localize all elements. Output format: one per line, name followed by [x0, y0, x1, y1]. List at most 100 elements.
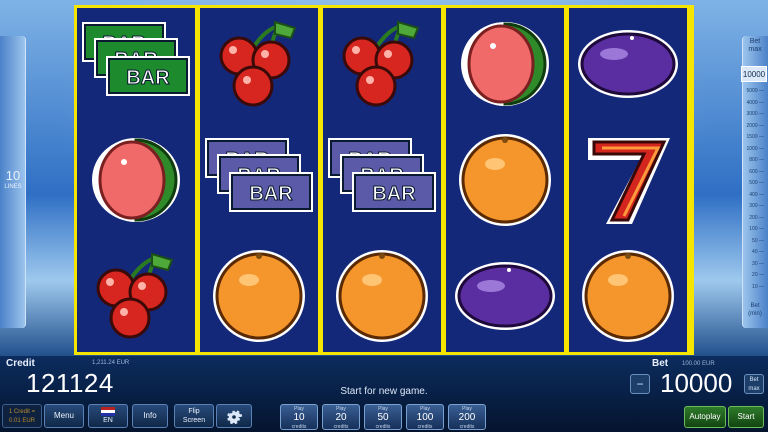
bet-scale-tick: 1500 — [746, 134, 764, 140]
bet-scale-tick: 30 — [752, 260, 764, 267]
bet-slider-current[interactable]: 10000 [741, 66, 767, 82]
reel-3: BAR BAR BAR [323, 8, 441, 352]
reel-symbol [569, 240, 687, 352]
orange-icon [459, 134, 551, 226]
menu-button[interactable]: Menu [44, 404, 84, 428]
start-button[interactable]: Start [728, 406, 764, 428]
reel-symbol [77, 240, 195, 352]
play-unit: credits [333, 424, 349, 430]
play-amount: 100 [416, 412, 434, 423]
lines-label: LINES [4, 184, 22, 190]
play-10-credits-button[interactable]: Play 10 credits [280, 404, 318, 430]
play-unit: credits [291, 424, 307, 430]
reel-symbol [77, 124, 195, 236]
watermelon-icon [92, 138, 180, 222]
reel-symbol: BAR BAR BAR [323, 124, 441, 236]
reel-symbol: BAR BAR BAR [77, 8, 195, 120]
reel-5 [569, 8, 687, 352]
reel-symbol [569, 124, 687, 236]
reel-symbol [446, 240, 564, 352]
play-50-credits-button[interactable]: Play 50 credits [364, 404, 402, 430]
bet-value: 10000 [660, 368, 733, 398]
bet-scale-tick: 10 — [752, 283, 764, 290]
status-message: Start for new game. [340, 386, 428, 397]
triple-bar-purple-icon: BAR BAR BAR [328, 138, 436, 212]
bet-scale-tick: 5000 — [746, 88, 764, 94]
orange-icon [336, 250, 428, 342]
bet-decrease-button[interactable]: − [630, 374, 650, 394]
reel-4 [446, 8, 564, 352]
info-button[interactable]: Info [132, 404, 168, 428]
flip-line2: Screen [182, 417, 206, 424]
reels-frame: BAR BAR BAR BAR BAR BAR BAR BAR [74, 5, 694, 355]
plum-icon [455, 262, 555, 330]
credit-eur: 1,211.24 EUR [92, 360, 130, 366]
play-unit: credits [417, 424, 433, 430]
lines-value: 10 [5, 168, 21, 183]
watermelon-icon [461, 22, 549, 106]
play-amount: 10 [293, 412, 305, 423]
svg-text:BAR: BAR [249, 183, 293, 205]
svg-text:BAR: BAR [372, 183, 416, 205]
bet-scale-top-label: Bet [749, 38, 761, 45]
credit-rate-line1: 1 Credit = [8, 409, 36, 415]
credit-rate-line2: 0.01 EUR [8, 418, 35, 424]
bet-eur: 100.00 EUR [682, 361, 715, 367]
plum-icon [578, 30, 678, 98]
reel-symbol [446, 8, 564, 120]
language-button[interactable]: EN [88, 404, 128, 428]
orange-icon [213, 250, 305, 342]
triple-bar-purple-icon: BAR BAR BAR [205, 138, 313, 212]
flip-screen-button[interactable]: Flip Screen [174, 404, 214, 428]
gear-icon [227, 410, 243, 425]
bet-scale-tick: 500 — [749, 180, 764, 186]
play-amount: 200 [458, 412, 476, 423]
settings-button[interactable] [216, 404, 252, 428]
play-amount: 50 [377, 412, 389, 423]
bet-scale-tick: 200 — [749, 214, 764, 221]
bet-scale-tick: 800 — [749, 157, 764, 163]
reel-symbol [323, 240, 441, 352]
cherries-icon [219, 20, 297, 107]
play-200-credits-button[interactable]: Play 200 credits [448, 404, 486, 430]
bet-scale-tick: 4000 — [746, 99, 764, 106]
bet-scale-tick: 40 — [752, 249, 764, 255]
triple-bar-green-icon: BAR BAR BAR [82, 22, 190, 96]
reel-symbol [323, 8, 441, 120]
reel-symbol [200, 240, 318, 352]
flip-line1: Flip [188, 408, 200, 415]
play-unit: credits [459, 424, 475, 430]
cherries-icon [96, 252, 174, 339]
orange-icon [582, 250, 674, 342]
bet-scale-tick: 1000 — [746, 145, 764, 152]
bet-scale-tick: 50 — [752, 237, 764, 244]
bet-scale-tick: 300 — [749, 203, 764, 209]
reel-symbol [569, 8, 687, 120]
autoplay-button[interactable]: Autoplay [684, 406, 726, 428]
play-amount: 20 [335, 412, 347, 423]
play-unit: credits [375, 424, 391, 430]
bet-scale-top-max: max [748, 46, 762, 53]
bet-scale-bottom: Bet (min) [744, 302, 766, 318]
reel-symbol [200, 8, 318, 120]
credit-rate-button[interactable]: 1 Credit = 0.01 EUR [2, 404, 42, 428]
play-100-credits-button[interactable]: Play 100 credits [406, 404, 444, 430]
bet-scale-tick: 20 — [752, 272, 764, 278]
bet-scale-bottom-min: (min) [748, 311, 762, 317]
bet-scale-bottom-label: Bet [750, 303, 760, 309]
reel-symbol [446, 124, 564, 236]
svg-text:BAR: BAR [126, 67, 170, 89]
bet-scale-tick: 2000 — [746, 122, 764, 129]
play-20-credits-button[interactable]: Play 20 credits [322, 404, 360, 430]
bet-scale-tick: 3000 — [746, 111, 764, 117]
reel-symbol: BAR BAR BAR [200, 124, 318, 236]
bet-scale-tick: 400 — [749, 191, 764, 198]
seven-icon [588, 138, 670, 224]
reel-2: BAR BAR BAR [200, 8, 318, 352]
bet-scale-top: Bet max [744, 38, 766, 54]
language-label: EN [103, 417, 113, 425]
bet-max-button[interactable]: Bet max [744, 374, 764, 394]
bet-scale-tick: 600 — [749, 168, 764, 175]
reel-1: BAR BAR BAR [77, 8, 195, 352]
cherries-icon [342, 20, 420, 107]
